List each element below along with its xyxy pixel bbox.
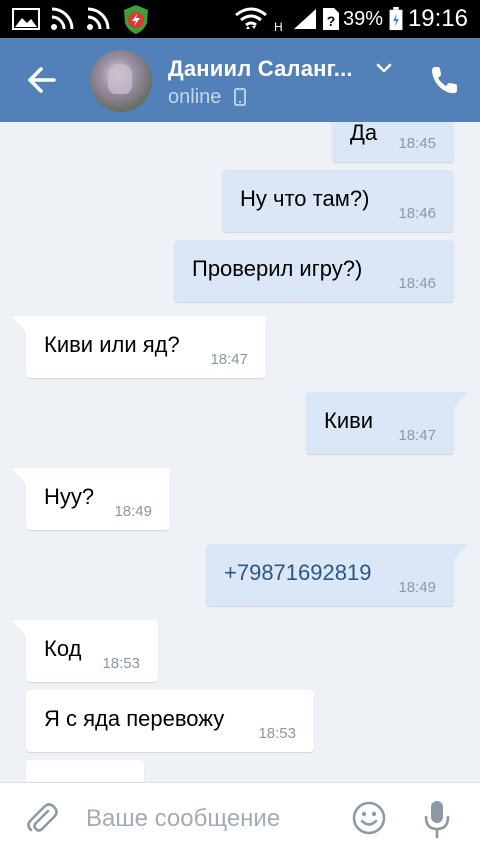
clock: 19:16 <box>407 5 468 32</box>
phone-call-icon[interactable] <box>424 60 464 100</box>
bubble-tail <box>452 544 468 562</box>
message-input[interactable] <box>86 801 326 837</box>
wifi-signal-icon <box>235 7 267 29</box>
message-bubble-outgoing[interactable]: Да 18:45 <box>332 122 454 162</box>
message-bubble-incoming-partial[interactable] <box>26 760 144 782</box>
message-time: 18:53 <box>258 725 296 742</box>
back-arrow-icon[interactable] <box>20 60 64 100</box>
image-icon <box>12 8 40 30</box>
chat-header: Даниил Саланг... online <box>0 38 480 122</box>
message-text: Проверил игру?) <box>192 256 363 281</box>
message-bubble-outgoing[interactable]: Проверил игру?) 18:46 <box>174 240 454 302</box>
bubble-tail <box>452 392 468 410</box>
smiley-icon[interactable] <box>352 801 386 835</box>
message-time: 18:45 <box>398 135 436 152</box>
status-bar: H ? 39% 19:16 <box>0 0 480 38</box>
message-text: Да <box>350 122 378 145</box>
shield-app-icon <box>124 5 148 34</box>
message-bubble-outgoing[interactable]: +79871692819 18:49 <box>206 544 468 606</box>
message-text: Я с яда перевожу <box>44 706 225 731</box>
message-time: 18:47 <box>210 351 248 368</box>
message-bubble-incoming[interactable]: Киви или яд? 18:47 <box>12 316 266 378</box>
mobile-device-icon <box>234 88 246 106</box>
message-bubble-incoming[interactable]: Я с яда перевожу 18:53 <box>26 690 314 752</box>
message-time: 18:53 <box>102 655 140 672</box>
rss-icon <box>51 7 74 30</box>
message-text: Ну что там?) <box>240 186 370 211</box>
svg-text:?: ? <box>327 13 336 29</box>
contact-online-status: online <box>168 86 222 108</box>
microphone-icon[interactable] <box>422 799 452 839</box>
network-type-indicator: H <box>274 20 283 34</box>
cell-signal-icon <box>294 9 316 29</box>
bubble-tail <box>12 620 28 638</box>
message-time: 18:49 <box>398 579 436 596</box>
message-time: 18:49 <box>114 503 152 520</box>
message-time: 18:47 <box>398 427 436 444</box>
message-text: Нуу? <box>44 484 95 509</box>
battery-charging-icon <box>389 7 403 31</box>
bubble-tail <box>12 468 28 486</box>
paperclip-icon[interactable] <box>24 801 60 837</box>
chevron-down-icon[interactable] <box>374 58 394 78</box>
message-bubble-incoming[interactable]: Нуу? 18:49 <box>12 468 170 530</box>
avatar-photo-detail <box>108 64 132 94</box>
message-time: 18:46 <box>398 275 436 292</box>
message-text: Киви или яд? <box>44 332 180 357</box>
contact-name[interactable]: Даниил Саланг... <box>168 56 353 82</box>
battery-percent: 39% <box>343 8 384 30</box>
message-bubble-outgoing[interactable]: Киви 18:47 <box>306 392 468 454</box>
message-bubble-incoming[interactable]: Код 18:53 <box>12 620 158 682</box>
unknown-sim-icon: ? <box>323 8 339 30</box>
bubble-tail <box>12 316 28 334</box>
message-bubble-outgoing[interactable]: Ну что там?) 18:46 <box>222 170 454 232</box>
message-list[interactable]: Да 18:45 Ну что там?) 18:46 Проверил игр… <box>0 122 480 782</box>
wifi-icon <box>87 7 110 30</box>
message-text: Киви <box>324 408 374 433</box>
contact-avatar[interactable] <box>90 50 152 112</box>
message-composer <box>0 782 480 854</box>
phone-number-link[interactable]: +79871692819 <box>224 560 371 586</box>
message-text: Код <box>44 636 82 661</box>
message-time: 18:46 <box>398 205 436 222</box>
